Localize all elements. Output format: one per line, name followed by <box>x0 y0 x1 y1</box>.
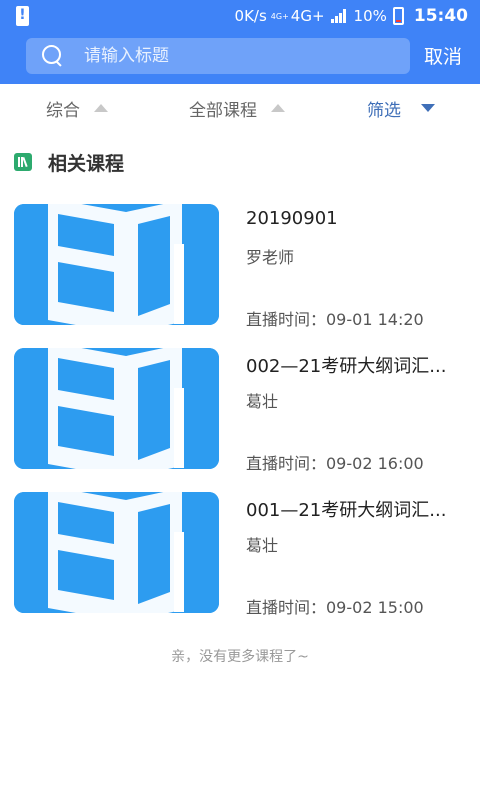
course-live-time: 直播时间：09-02 16:00 <box>246 454 424 473</box>
clock-time: 15:40 <box>413 6 468 26</box>
filter-all-courses-label: 全部课程 <box>189 100 257 121</box>
section-header: 相关课程 <box>14 148 124 176</box>
course-item[interactable]: 002—21考研大纲词汇... 葛壮 直播时间：09-02 16:00 <box>0 348 480 492</box>
course-live-time: 直播时间：09-01 14:20 <box>246 310 424 329</box>
status-indicators: 0K/s 4G+ 4G+ 10% 15:40 <box>235 0 468 32</box>
filter-all-courses[interactable]: 全部课程 <box>189 84 285 132</box>
course-live-time: 直播时间：09-02 15:00 <box>246 598 424 617</box>
battery-icon <box>392 7 404 25</box>
course-teacher: 葛壮 <box>246 536 279 555</box>
notification-alert-icon <box>16 6 29 26</box>
dropdown-up-icon <box>271 104 285 112</box>
battery-percent: 10% <box>353 7 387 25</box>
sort-up-icon <box>94 104 108 112</box>
course-title: 001—21考研大纲词汇... <box>246 500 447 521</box>
filter-comprehensive[interactable]: 综合 <box>46 84 108 132</box>
course-thumbnail[interactable] <box>14 348 219 469</box>
filter-screen[interactable]: 筛选 <box>367 84 435 132</box>
signal-strength-icon <box>330 9 346 23</box>
course-thumbnail[interactable] <box>14 492 219 613</box>
filter-comprehensive-label: 综合 <box>46 100 80 121</box>
book-logo-icon <box>14 348 219 469</box>
course-title: 20190901 <box>246 208 338 229</box>
status-bar: 0K/s 4G+ 4G+ 10% 15:40 <box>0 0 480 32</box>
network-type: 4G+ <box>290 7 325 25</box>
dropdown-down-icon <box>421 104 435 112</box>
search-input[interactable] <box>84 38 410 74</box>
course-thumbnail[interactable] <box>14 204 219 325</box>
network-sup: 4G+ <box>270 11 289 21</box>
filter-bar: 综合 全部课程 筛选 <box>0 84 480 132</box>
course-item[interactable]: 001—21考研大纲词汇... 葛壮 直播时间：09-02 15:00 <box>0 492 480 636</box>
search-icon <box>42 45 64 67</box>
search-box[interactable] <box>26 38 410 74</box>
network-speed: 0K/s <box>234 7 267 25</box>
section-title: 相关课程 <box>48 152 125 175</box>
top-header: 0K/s 4G+ 4G+ 10% 15:40 取消 <box>0 0 480 84</box>
cancel-button[interactable]: 取消 <box>424 44 462 70</box>
course-list: 20190901 罗老师 直播时间：09-01 14:20 002—21考研大纲… <box>0 204 480 636</box>
filter-screen-label: 筛选 <box>367 100 401 121</box>
list-end-text: 亲，没有更多课程了~ <box>171 649 309 665</box>
book-logo-icon <box>14 492 219 613</box>
books-icon <box>14 153 32 171</box>
course-item[interactable]: 20190901 罗老师 直播时间：09-01 14:20 <box>0 204 480 348</box>
course-teacher: 葛壮 <box>246 392 279 411</box>
book-logo-icon <box>14 204 219 325</box>
course-teacher: 罗老师 <box>246 248 295 267</box>
course-title: 002—21考研大纲词汇... <box>246 356 447 377</box>
